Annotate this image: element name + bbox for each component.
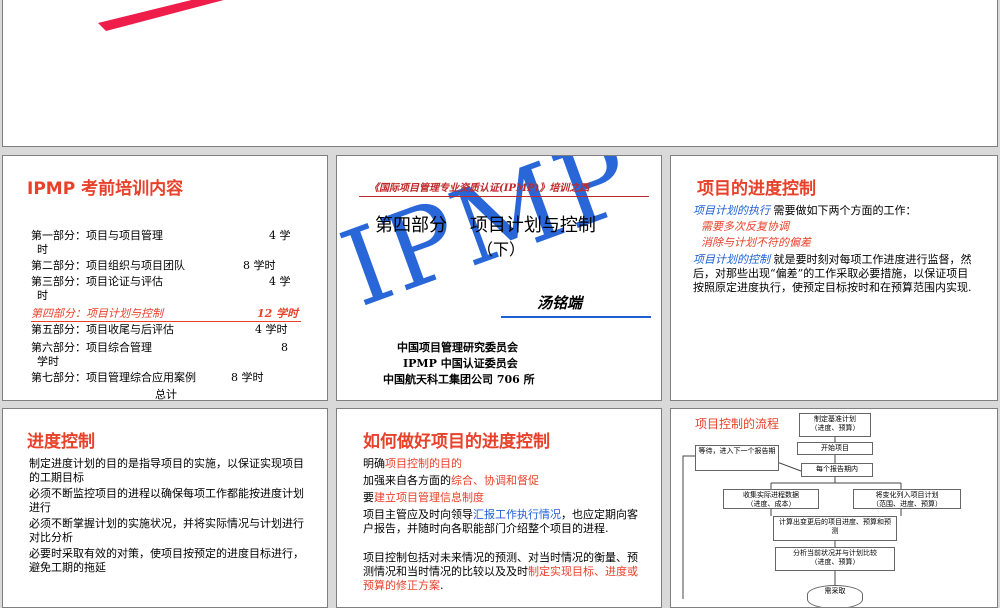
item-2: 必须不断监控项目的进程以确保每项工作都能按进度计划进行 <box>29 487 304 514</box>
slide-progress-control[interactable]: 进度控制 制定进度计划的目的是指导项目的实施，以保证实现项目的工期目标 必须不断… <box>2 408 328 608</box>
part-3: 第三部分：项目论证与评估 4 学时 <box>31 275 291 302</box>
flow-box-period: 每个报告期内 <box>801 463 873 477</box>
red-slash-decoration <box>98 0 224 31</box>
bullet-2: 消除与计划不符的偏差 <box>701 236 811 249</box>
item-3: 必须不断掌握计划的实施状况，并将实际情况与计划进行对比分析 <box>29 517 304 544</box>
part-1: 第一部分：项目与项目管理 4 学时 <box>31 229 291 256</box>
flow-box-analyze: 分析当前状况并与计划比较 （进度、预算） <box>775 547 895 571</box>
slide-cover-part4[interactable]: IPMP 《国际项目管理专业资质认证(IPMP)》培训之四 第四部分 项目计划与… <box>336 155 662 401</box>
item-1: 制定进度计划的目的是指导项目的实施，以保证实现项目的工期目标 <box>29 457 304 484</box>
paragraph-2: 项目计划的控制 就是要时刻对每项工作进度进行监督，然后，对那些出现“偏差”的工作… <box>693 253 972 294</box>
item-4: 必要时采取有效的对策，使项目按预定的进度目标进行，避免工期的拖延 <box>29 547 304 574</box>
paragraph-1: 项目计划的执行 需要做如下两个方面的工作： <box>693 204 917 217</box>
slide-title: 项目的进度控制 <box>697 179 816 199</box>
point-2: 加强来自各方面的综合、协调和督促 <box>363 474 539 487</box>
flow-box-collect: 收集实际进程数据 （进度、成本） <box>723 489 819 509</box>
org-1: 中国项目管理研究委员会 <box>397 341 518 354</box>
slide-schedule-control[interactable]: 项目的进度控制 项目计划的执行 需要做如下两个方面的工作： 需要多次反复协调 消… <box>670 155 998 401</box>
slide-title: 如何做好项目的进度控制 <box>363 432 550 452</box>
total-label: 总计 <box>155 388 177 401</box>
bullet-1: 需要多次反复协调 <box>701 220 789 233</box>
point-5: 项目控制包括对未来情况的预测、对当时情况的衡量、预测情况和当时情况的比较以及及时… <box>363 551 638 592</box>
point-4: 项目主管应及时向领导汇报工作执行情况，也应定期向客户报告，并随时向各职能部门介绍… <box>363 508 638 535</box>
point-1: 明确项目控制的目的 <box>363 457 462 470</box>
slide-top[interactable] <box>2 0 998 147</box>
slide-ipmp-contents[interactable]: IPMP 考前培训内容 第一部分：项目与项目管理 4 学时 第二部分：项目组织与项… <box>2 155 328 401</box>
flow-box-start: 开始项目 <box>797 442 873 455</box>
slide-title: IPMP 考前培训内容 <box>27 179 184 199</box>
author-name: 汤铭端 <box>537 294 583 312</box>
part-6: 第六部分：项目综合管理 8 学时 <box>31 341 288 368</box>
part-4-highlight: 第四部分：项目计划与控制 12 学时 <box>31 307 301 322</box>
flow-box-baseline: 制定基准计划 （进度、预算） <box>799 413 871 437</box>
flow-box-action: 需采取 <box>807 585 863 607</box>
slide-title: 进度控制 <box>27 432 95 452</box>
slide-how-to-control[interactable]: 如何做好项目的进度控制 明确项目控制的目的 加强来自各方面的综合、协调和督促 要… <box>336 408 662 608</box>
author-rule <box>501 316 651 318</box>
point-3: 要建立项目管理信息制度 <box>363 491 484 504</box>
slide-title: 第四部分 项目计划与控制 <box>375 215 596 236</box>
slide-subtitle: （下） <box>477 240 526 259</box>
part-5: 第五部分：项目收尾与后评估 4 学时 <box>31 323 288 336</box>
org-3: 中国航天科工集团公司 706 所 <box>383 373 535 386</box>
slide-control-flow[interactable]: 项目控制的流程 制定基准计划 （进度、预算） 开始项目 等待，进入下一个报告期 … <box>670 408 998 608</box>
part-7: 第七部分：项目管理综合应用案例 8 学时 <box>31 371 264 384</box>
header-rule <box>359 196 649 197</box>
flow-box-changes: 将变化列入项目计划 （范围、进度、预算） <box>853 489 961 509</box>
flow-box-wait: 等待，进入下一个报告期 <box>695 445 779 471</box>
header-line: 《国际项目管理专业资质认证(IPMP)》培训之四 <box>369 183 590 194</box>
part-2: 第二部分：项目组织与项目团队 8 学时 <box>31 259 276 272</box>
org-2: IPMP 中国认证委员会 <box>403 357 518 370</box>
flow-box-compute: 计算出变更后的项目进度、预算和预测 <box>773 516 897 541</box>
